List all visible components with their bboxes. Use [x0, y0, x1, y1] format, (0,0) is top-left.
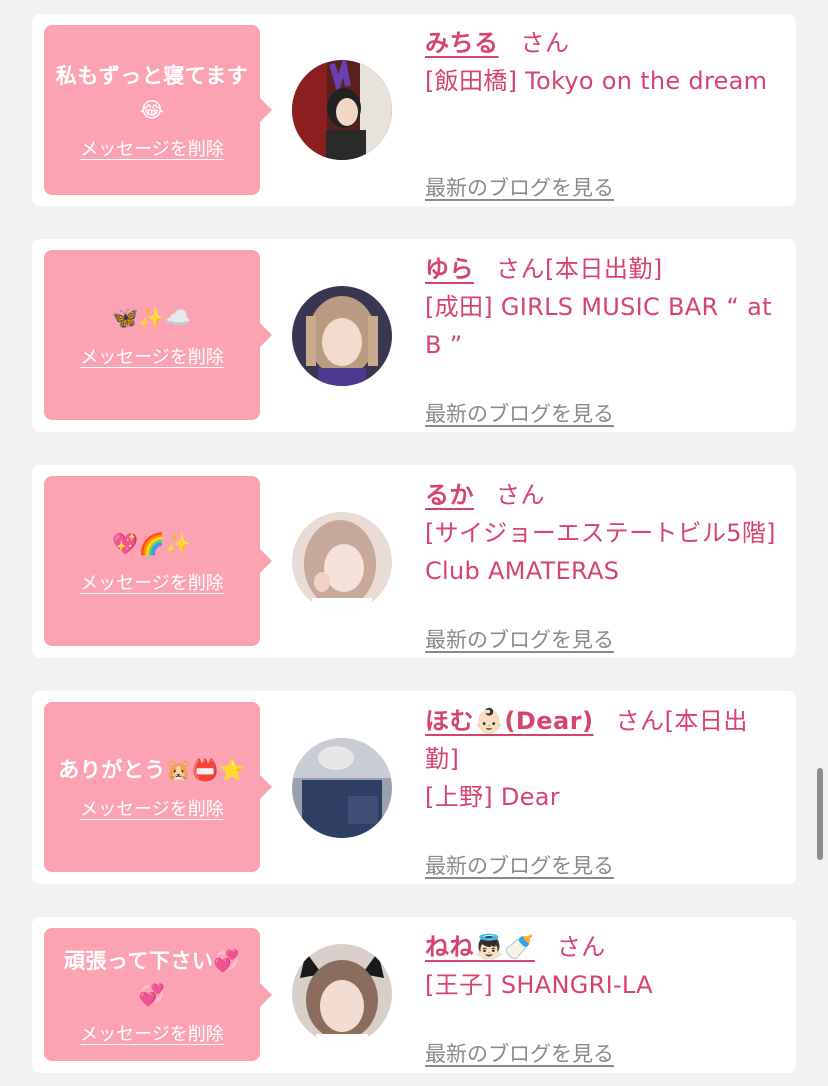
message-text: ありがとう🐹📛⭐ — [58, 758, 246, 782]
message-bubble: 私もずっと寝てます😂 メッセージを削除 — [44, 25, 272, 195]
avatar[interactable] — [292, 738, 392, 838]
message-text: 🦋✨☁️ — [112, 306, 192, 330]
message-text: 私もずっと寝てます😂 — [55, 64, 249, 122]
avatar[interactable] — [292, 512, 392, 612]
latest-blog-link[interactable]: 最新のブログを見る — [425, 398, 614, 428]
shop-name: [飯田橋] Tokyo on the dream — [425, 67, 768, 95]
avatar[interactable] — [292, 60, 392, 160]
profile-name-link[interactable]: るか — [425, 481, 474, 509]
honorific: さん — [496, 255, 545, 283]
avatar[interactable] — [292, 944, 392, 1044]
latest-blog-link[interactable]: 最新のブログを見る — [425, 172, 614, 202]
profile-info: ほむ👶🏻(Dear) さん[本日出勤] [上野] Dear 最新のブログを見る — [425, 702, 780, 878]
honorific: さん — [615, 707, 665, 735]
delete-message-link[interactable]: メッセージを削除 — [80, 343, 224, 369]
profile-info: ねね👼🏻🍼 さん [王子] SHANGRI-LA 最新のブログを見る — [425, 928, 780, 1066]
message-card: 💖🌈✨ メッセージを削除 るか さん [サイジョーエステートビル5階] Club … — [32, 465, 796, 658]
shop-name: [サイジョーエステートビル5階] Club AMATERAS — [425, 519, 776, 585]
message-card: 私もずっと寝てます😂 メッセージを削除 みちる さん [飯田橋] Tokyo on… — [32, 14, 796, 206]
message-list: 私もずっと寝てます😂 メッセージを削除 みちる さん [飯田橋] Tokyo on… — [0, 0, 828, 1086]
profile-name-link[interactable]: みちる — [425, 29, 499, 57]
latest-blog-link[interactable]: 最新のブログを見る — [425, 850, 614, 880]
profile-name-link[interactable]: ほむ👶🏻(Dear) — [425, 707, 594, 735]
latest-blog-link[interactable]: 最新のブログを見る — [425, 624, 614, 654]
avatar[interactable] — [292, 286, 392, 386]
message-text: 頑張って下さい💞💞 — [63, 948, 241, 1007]
honorific: さん — [496, 481, 545, 509]
message-bubble: 🦋✨☁️ メッセージを削除 — [44, 250, 272, 420]
profile-info: るか さん [サイジョーエステートビル5階] Club AMATERAS 最新のブ… — [425, 476, 780, 652]
scrollbar[interactable] — [817, 768, 823, 860]
shop-name: [上野] Dear — [425, 783, 560, 811]
message-bubble: ありがとう🐹📛⭐ メッセージを削除 — [44, 702, 272, 872]
message-bubble: 頑張って下さい💞💞 メッセージを削除 — [44, 928, 272, 1061]
shop-name: [王子] SHANGRI-LA — [425, 971, 653, 999]
message-card: ありがとう🐹📛⭐ メッセージを削除 ほむ👶🏻(Dear) さん[本日出勤] [上野… — [32, 691, 796, 884]
delete-message-link[interactable]: メッセージを削除 — [80, 569, 224, 595]
honorific: さん — [556, 933, 606, 961]
honorific: さん — [520, 29, 570, 57]
message-bubble: 💖🌈✨ メッセージを削除 — [44, 476, 272, 646]
profile-info: みちる さん [飯田橋] Tokyo on the dream 最新のブログを見る — [425, 24, 780, 200]
message-card: 頑張って下さい💞💞 メッセージを削除 ねね👼🏻🍼 さん [王子] SHANGRI-… — [32, 917, 796, 1073]
delete-message-link[interactable]: メッセージを削除 — [80, 135, 224, 161]
message-text: 💖🌈✨ — [112, 532, 192, 556]
profile-name-link[interactable]: ゆら — [425, 255, 474, 283]
profile-info: ゆら さん[本日出勤] [成田] GIRLS MUSIC BAR “ at B ”… — [425, 250, 780, 426]
profile-name-link[interactable]: ねね👼🏻🍼 — [425, 933, 535, 961]
delete-message-link[interactable]: メッセージを削除 — [80, 795, 224, 821]
status-badge: [本日出勤] — [545, 255, 663, 283]
delete-message-link[interactable]: メッセージを削除 — [80, 1020, 224, 1046]
latest-blog-link[interactable]: 最新のブログを見る — [425, 1038, 614, 1068]
shop-name: [成田] GIRLS MUSIC BAR “ at B ” — [425, 293, 772, 359]
message-card: 🦋✨☁️ メッセージを削除 ゆら さん[本日出勤] [成田] GIRLS MUSI… — [32, 239, 796, 432]
